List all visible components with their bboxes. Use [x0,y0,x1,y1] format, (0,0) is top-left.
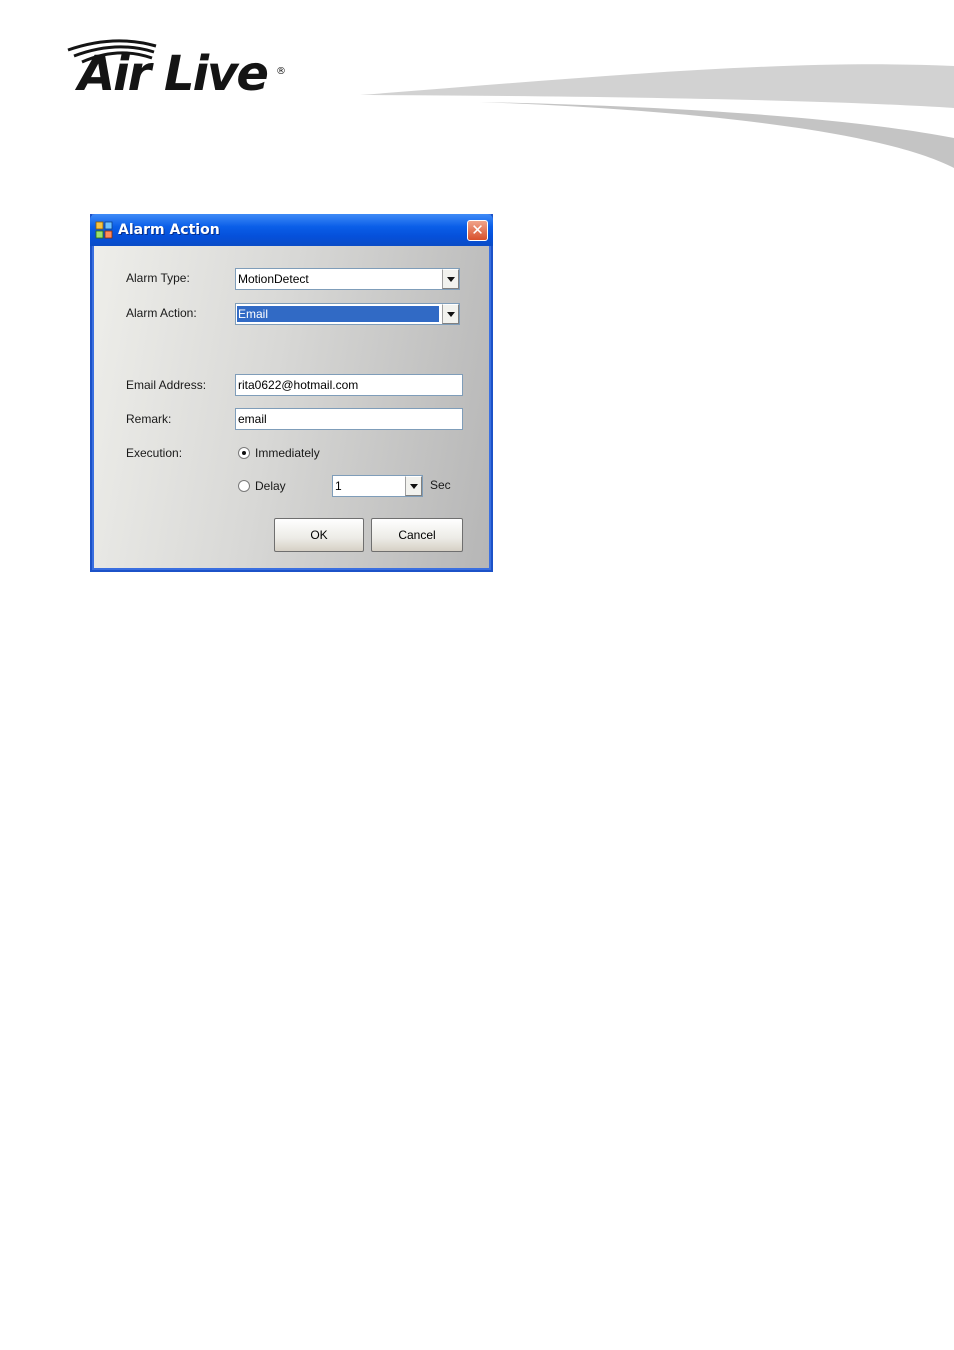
immediately-radio[interactable] [238,447,250,459]
alarm-type-value: MotionDetect [238,272,309,286]
immediately-label: Immediately [255,446,320,460]
delay-unit-label: Sec [430,478,451,492]
delay-option[interactable]: Delay [238,478,318,496]
dialog-body: Alarm Type: MotionDetect Alarm Action: E… [94,246,489,568]
delay-seconds-select[interactable]: 1 [332,475,423,497]
alarm-type-label: Alarm Type: [126,271,190,285]
chevron-down-icon [447,312,455,317]
alarm-action-dialog: Alarm Action ✕ Alarm Type: MotionDetect … [90,214,493,572]
cancel-button[interactable]: Cancel [371,518,463,552]
logo-registered-mark: ® [276,66,286,77]
remark-field-wrap [235,408,463,430]
execution-label: Execution: [126,446,183,460]
delay-dropdown-button[interactable] [405,476,422,496]
chevron-down-icon [447,277,455,282]
email-address-field-wrap [235,374,463,396]
alarm-action-value: Email [237,306,439,322]
delay-radio[interactable] [238,480,250,492]
header-swoosh [360,64,954,168]
email-address-field[interactable] [236,375,462,395]
alarm-action-label: Alarm Action: [126,306,197,320]
airlive-logo: Air Live ® [64,36,294,106]
remark-field[interactable] [236,409,462,429]
remark-label: Remark: [126,412,172,426]
dialog-title: Alarm Action [118,222,220,238]
alarm-app-icon [95,221,113,239]
alarm-action-select[interactable]: Email [235,303,460,325]
email-address-label: Email Address: [126,378,207,392]
alarm-type-dropdown-button[interactable] [442,269,459,289]
immediately-option[interactable]: Immediately [238,445,348,463]
chevron-down-icon [410,484,418,489]
delay-seconds-value: 1 [335,479,342,493]
ok-button[interactable]: OK [274,518,364,552]
alarm-action-dropdown-button[interactable] [442,304,459,324]
alarm-type-select[interactable]: MotionDetect [235,268,460,290]
delay-label: Delay [255,479,286,493]
close-button[interactable]: ✕ [467,220,488,241]
dialog-titlebar[interactable]: Alarm Action ✕ [90,214,493,246]
close-icon: ✕ [471,221,484,239]
logo-text: Air Live [78,46,269,102]
